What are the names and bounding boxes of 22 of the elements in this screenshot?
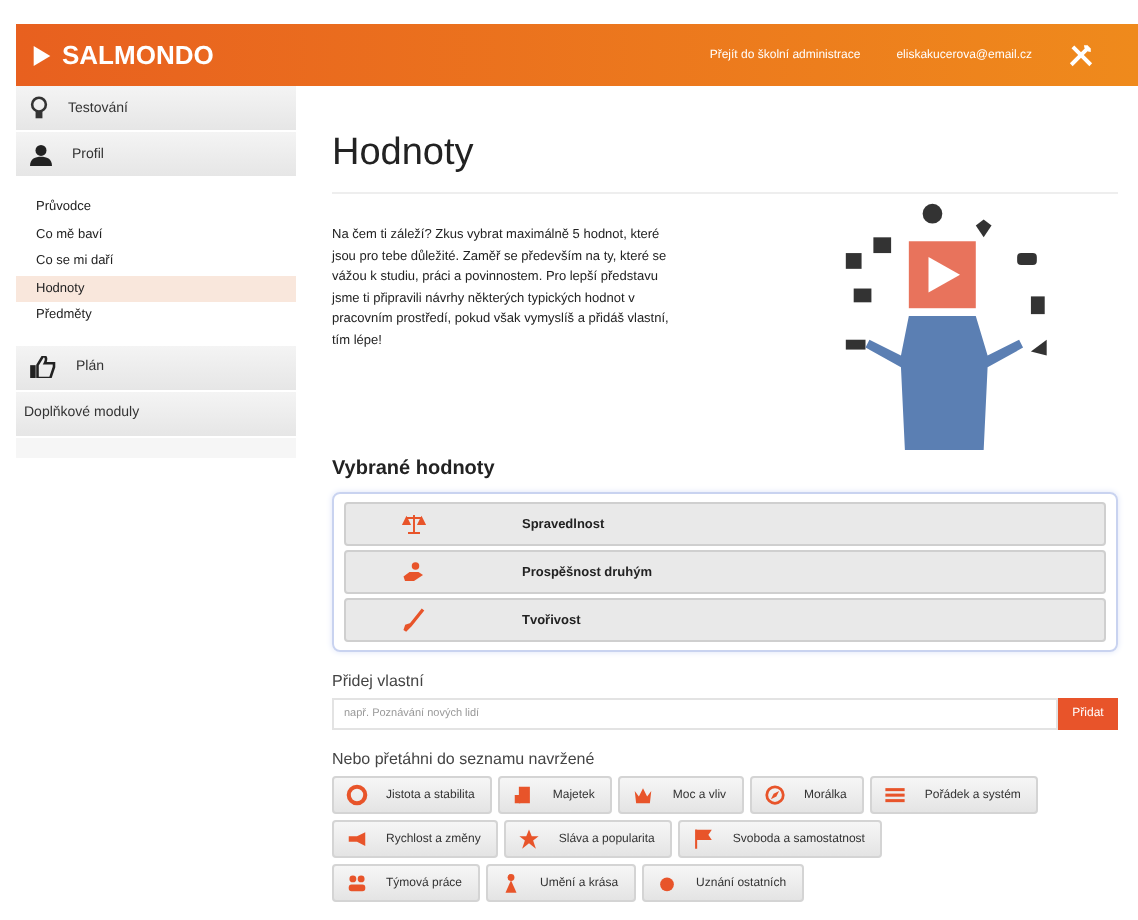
suggestions-heading: Nebo přetáhni do seznamu navržené: [332, 750, 597, 768]
compass-icon: [764, 784, 787, 806]
flag-icon: [692, 828, 715, 850]
field-label: Přidej vlastní: [332, 672, 426, 690]
people-icon: [346, 872, 368, 894]
lightbulb-icon: [30, 96, 48, 120]
tools-icon[interactable]: [1068, 42, 1094, 68]
hand-icon: [402, 560, 426, 584]
star-icon: [518, 828, 541, 850]
logo-icon: [32, 43, 52, 67]
horn-icon: [346, 828, 368, 850]
crown-icon: [632, 784, 655, 806]
logo-text: SALMONDO: [62, 40, 214, 70]
page-title: Hodnoty: [332, 132, 1118, 194]
section-heading: Vybrané hodnoty: [332, 458, 497, 480]
building-icon: [512, 784, 535, 806]
person-icon: [30, 143, 52, 165]
menu-icon: [884, 784, 907, 806]
thumbs-up-icon: [30, 356, 56, 378]
lifebuoy-icon: [346, 784, 368, 806]
scales-icon: [402, 512, 426, 536]
brush-icon: [402, 608, 426, 632]
